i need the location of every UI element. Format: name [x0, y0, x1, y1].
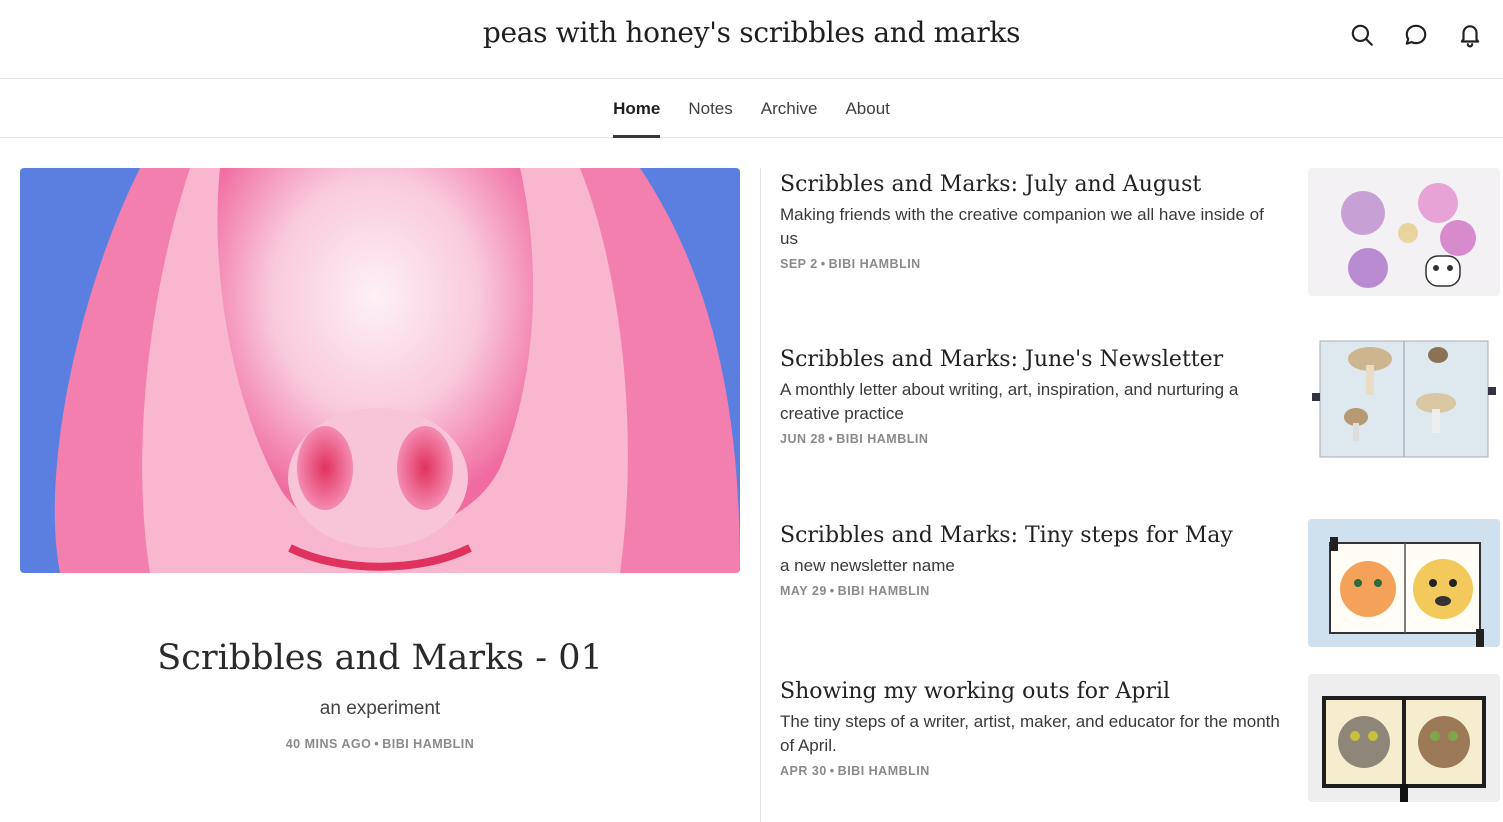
- column-divider: [760, 168, 761, 822]
- post-title[interactable]: Scribbles and Marks: June's Newsletter: [780, 345, 1285, 375]
- post-item: Scribbles and Marks: July and August Mak…: [780, 168, 1502, 296]
- hero-image[interactable]: [20, 168, 740, 573]
- post-item: Scribbles and Marks: Tiny steps for May …: [780, 519, 1502, 647]
- nav-bar: Home Notes Archive About: [0, 79, 1503, 138]
- post-date: SEP 2: [780, 257, 818, 271]
- hero-meta: 40 MINS AGO • BIBI HAMBLIN: [20, 737, 740, 751]
- nav-item-home[interactable]: Home: [613, 79, 661, 138]
- meta-separator: •: [820, 257, 826, 271]
- post-date: JUN 28: [780, 432, 826, 446]
- top-icons: [1349, 22, 1483, 48]
- post-thumbnail[interactable]: [1308, 519, 1500, 647]
- post-date: MAY 29: [780, 584, 827, 598]
- hero-author[interactable]: BIBI HAMBLIN: [382, 737, 474, 751]
- meta-separator: •: [828, 432, 834, 446]
- post-item: Scribbles and Marks: June's Newsletter A…: [780, 335, 1502, 463]
- post-author[interactable]: BIBI HAMBLIN: [829, 257, 921, 271]
- hero-date: 40 MINS AGO: [285, 737, 372, 751]
- nav-item-archive[interactable]: Archive: [761, 79, 818, 137]
- post-author[interactable]: BIBI HAMBLIN: [838, 584, 930, 598]
- hero-title[interactable]: Scribbles and Marks - 01: [20, 638, 740, 678]
- post-date: APR 30: [780, 764, 827, 778]
- nav-item-notes[interactable]: Notes: [688, 79, 732, 137]
- nav-item-about[interactable]: About: [845, 79, 889, 137]
- post-title[interactable]: Scribbles and Marks: Tiny steps for May: [780, 521, 1285, 551]
- post-title[interactable]: Scribbles and Marks: July and August: [780, 170, 1285, 200]
- top-bar: peas with honey's scribbles and marks: [0, 0, 1503, 79]
- bell-icon[interactable]: [1457, 22, 1483, 48]
- hero-subtitle: an experiment: [319, 698, 441, 719]
- site-title[interactable]: peas with honey's scribbles and marks: [0, 16, 1503, 49]
- post-title[interactable]: Showing my working outs for April: [780, 677, 1285, 707]
- meta-separator: •: [374, 737, 380, 751]
- post-author[interactable]: BIBI HAMBLIN: [838, 764, 930, 778]
- post-thumbnail[interactable]: [1308, 335, 1500, 463]
- post-subtitle: The tiny steps of a writer, artist, make…: [780, 712, 1280, 755]
- search-icon[interactable]: [1349, 22, 1375, 48]
- meta-separator: •: [829, 584, 835, 598]
- post-thumbnail[interactable]: [1308, 674, 1500, 802]
- post-item: Showing my working outs for April The ti…: [780, 674, 1502, 802]
- post-subtitle: Making friends with the creative compani…: [780, 205, 1264, 248]
- post-author[interactable]: BIBI HAMBLIN: [836, 432, 928, 446]
- post-subtitle: A monthly letter about writing, art, ins…: [780, 380, 1239, 423]
- nav-items: Home Notes Archive About: [0, 79, 1503, 138]
- chat-icon[interactable]: [1403, 22, 1429, 48]
- post-thumbnail[interactable]: [1308, 168, 1500, 296]
- meta-separator: •: [829, 764, 835, 778]
- post-subtitle: a new newsletter name: [780, 556, 955, 575]
